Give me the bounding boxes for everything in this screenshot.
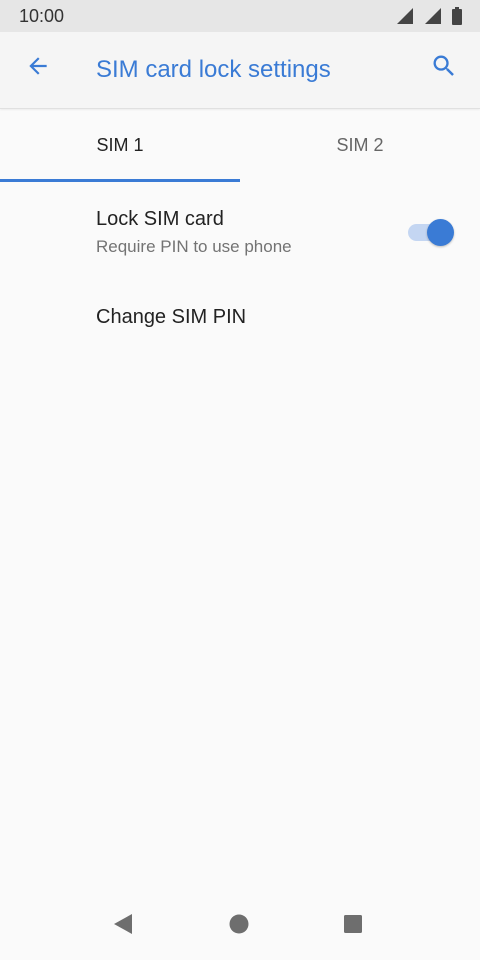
status-bar: 10:00 — [0, 0, 480, 32]
back-button[interactable] — [16, 46, 60, 90]
screen: 10:00 SIM card lock settings SIM 1 SIM 2… — [0, 0, 480, 960]
recents-square-icon — [342, 913, 364, 940]
back-arrow-icon — [25, 53, 51, 84]
change-sim-pin-row[interactable]: Change SIM PIN — [0, 282, 480, 352]
status-time: 10:00 — [19, 6, 65, 26]
lock-sim-toggle[interactable] — [408, 219, 456, 246]
nav-recents-button[interactable] — [333, 906, 373, 946]
search-button[interactable] — [422, 46, 466, 90]
signal-icon — [424, 7, 442, 25]
battery-icon — [452, 7, 462, 25]
sim-tabs: SIM 1 SIM 2 — [0, 109, 480, 182]
tab-label: SIM 1 — [96, 135, 144, 155]
page-title: SIM card lock settings — [96, 56, 331, 83]
tab-label: SIM 2 — [336, 135, 384, 155]
back-triangle-icon — [112, 913, 134, 940]
tab-indicator — [0, 179, 240, 182]
nav-back-button[interactable] — [103, 906, 143, 946]
lock-sim-card-subtitle: Require PIN to use phone — [96, 237, 292, 256]
nav-home-button[interactable] — [219, 906, 259, 946]
lock-sim-card-row[interactable]: Lock SIM card Require PIN to use phone — [0, 190, 480, 280]
navigation-bar — [0, 892, 480, 960]
lock-sim-card-title: Lock SIM card — [96, 208, 224, 230]
tab-sim-2[interactable]: SIM 2 — [240, 109, 480, 182]
toggle-thumb — [427, 219, 454, 246]
tab-sim-1[interactable]: SIM 1 — [0, 109, 240, 182]
signal-icon — [396, 7, 414, 25]
search-icon — [430, 52, 458, 85]
home-circle-icon — [228, 913, 250, 940]
app-bar: SIM card lock settings — [0, 32, 480, 109]
status-icons — [396, 7, 462, 25]
change-sim-pin-title: Change SIM PIN — [96, 306, 247, 328]
